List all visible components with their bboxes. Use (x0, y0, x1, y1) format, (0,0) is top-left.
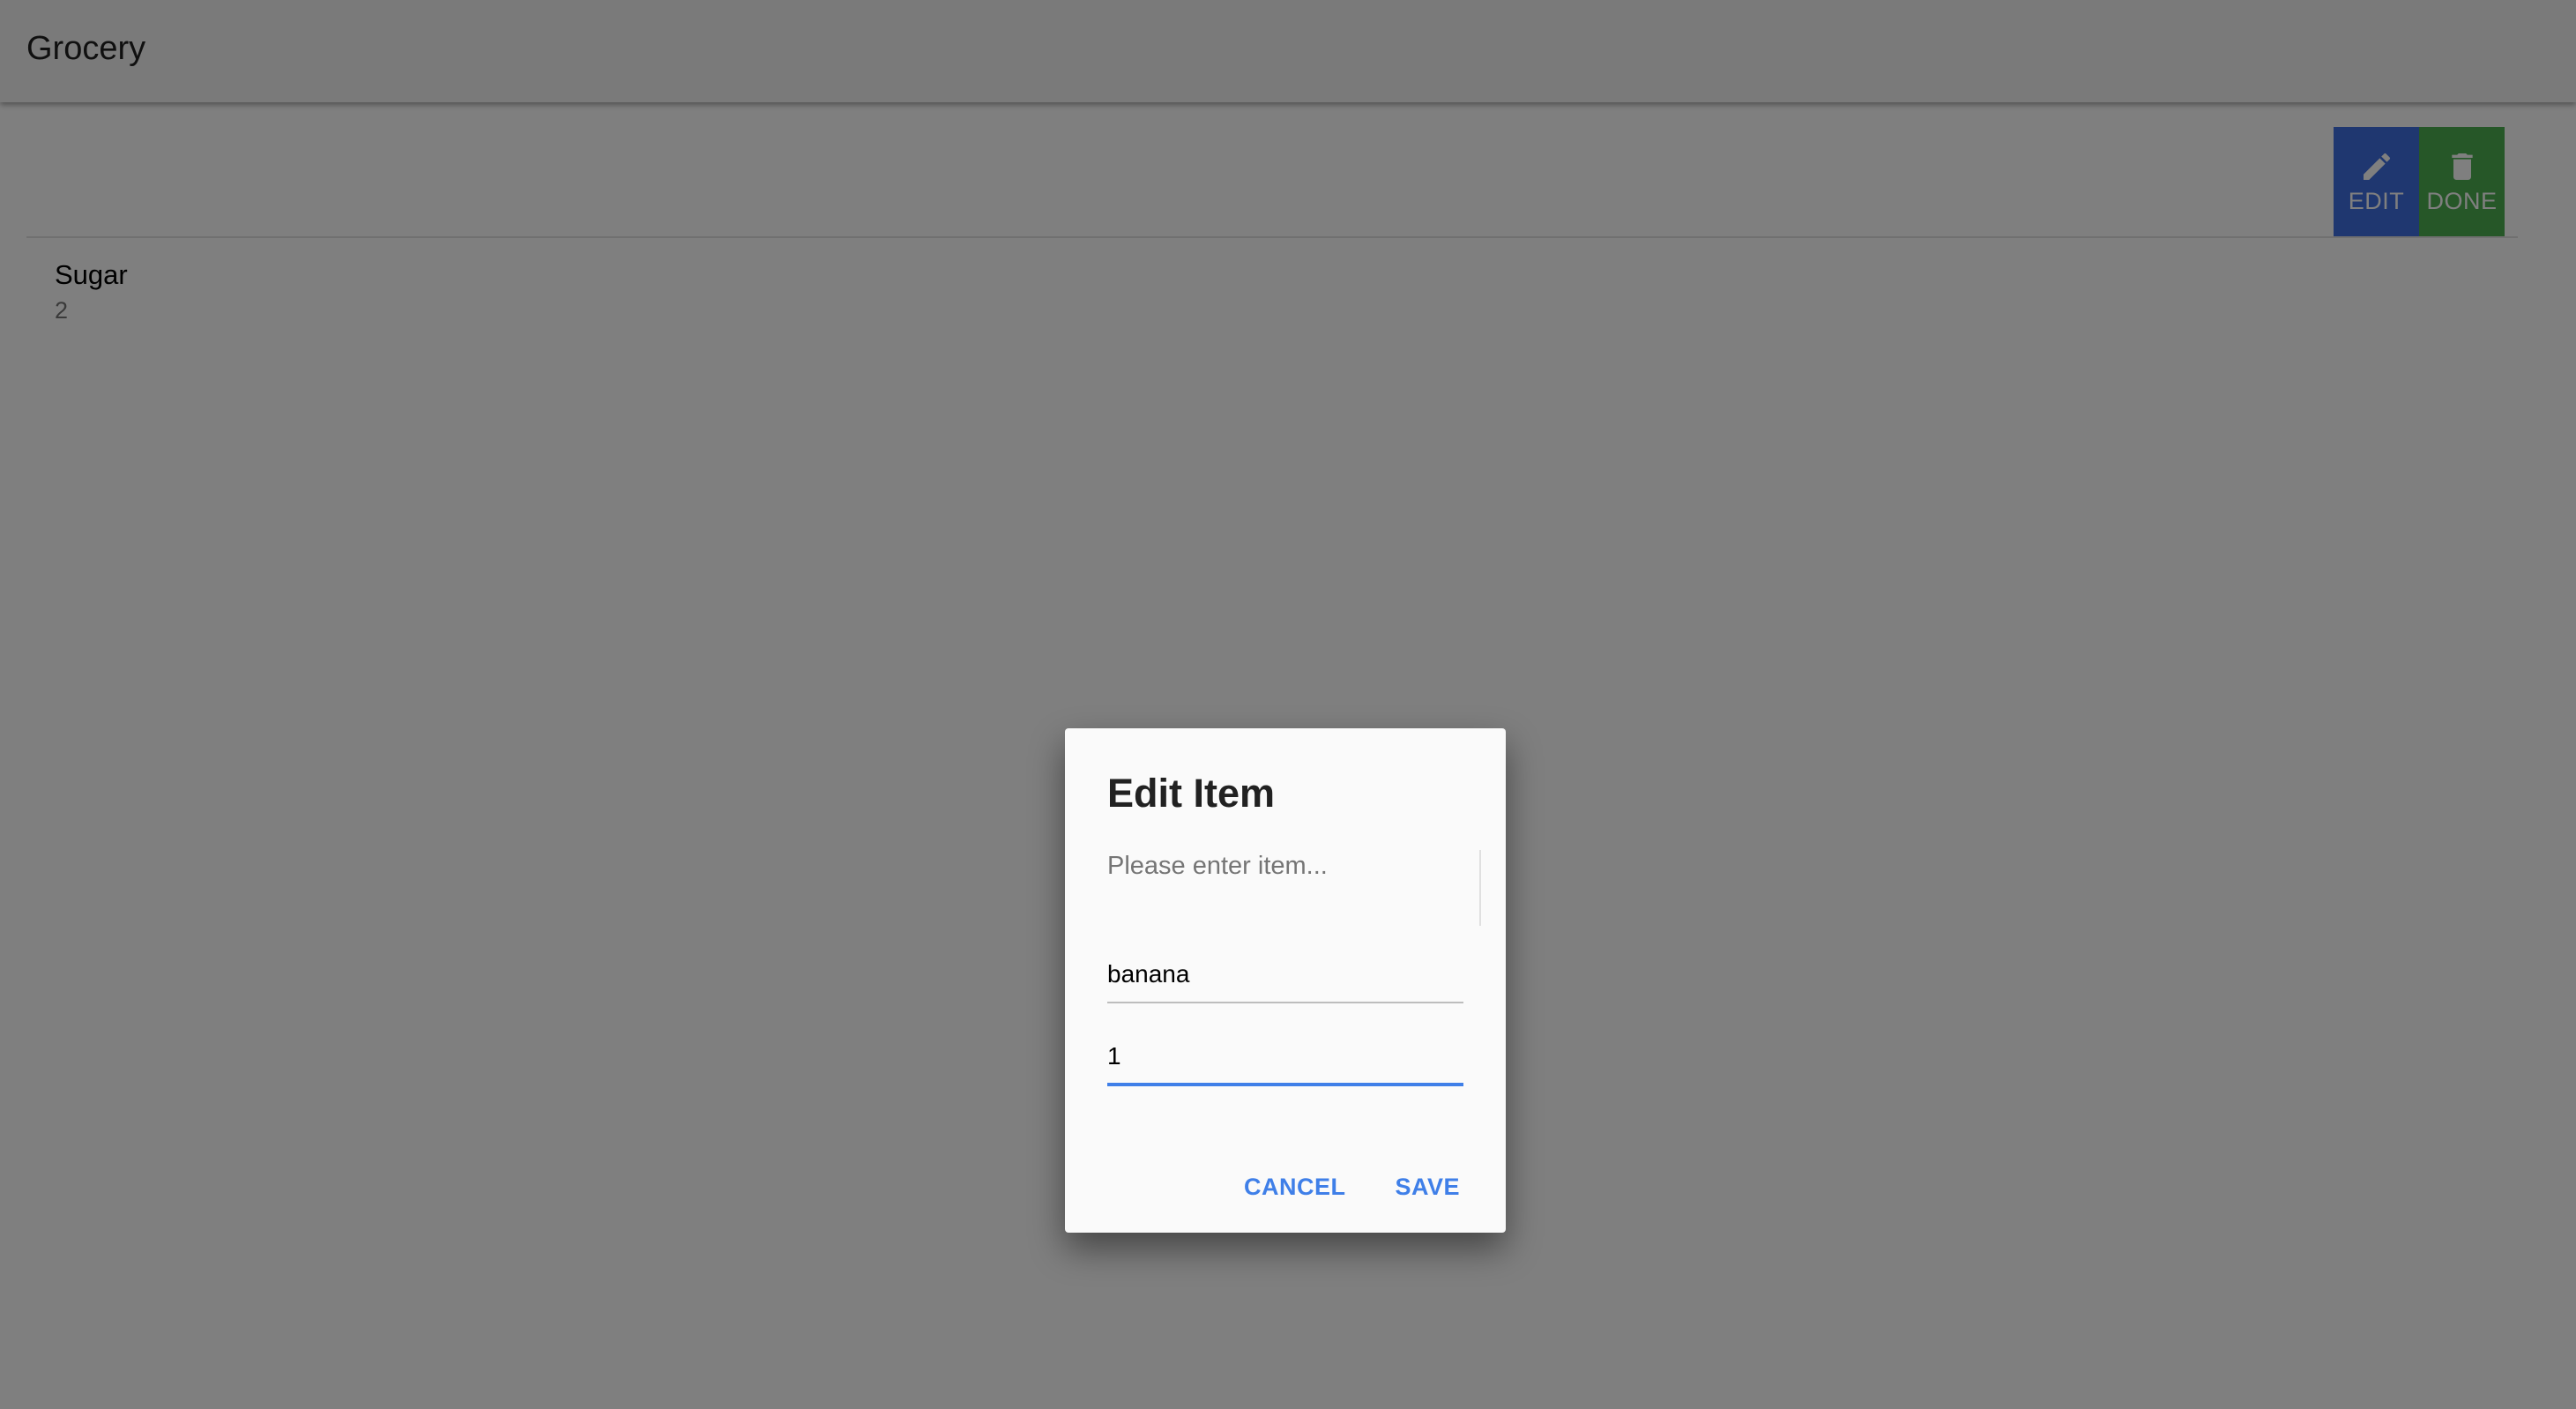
item-quantity-input[interactable] (1107, 1033, 1463, 1079)
dialog-title: Edit Item (1107, 771, 1276, 816)
item-name-input[interactable] (1107, 952, 1463, 996)
dialog-actions: CANCEL SAVE (1244, 1174, 1460, 1201)
edit-item-dialog: Edit Item Please enter item... CANCEL SA… (1065, 728, 1506, 1233)
item-name-field (1107, 952, 1463, 1003)
message-divider (1479, 850, 1481, 926)
item-quantity-field (1107, 1033, 1463, 1086)
dialog-message: Please enter item... (1107, 852, 1328, 880)
save-button[interactable]: SAVE (1395, 1174, 1460, 1201)
cancel-button[interactable]: CANCEL (1244, 1174, 1346, 1201)
